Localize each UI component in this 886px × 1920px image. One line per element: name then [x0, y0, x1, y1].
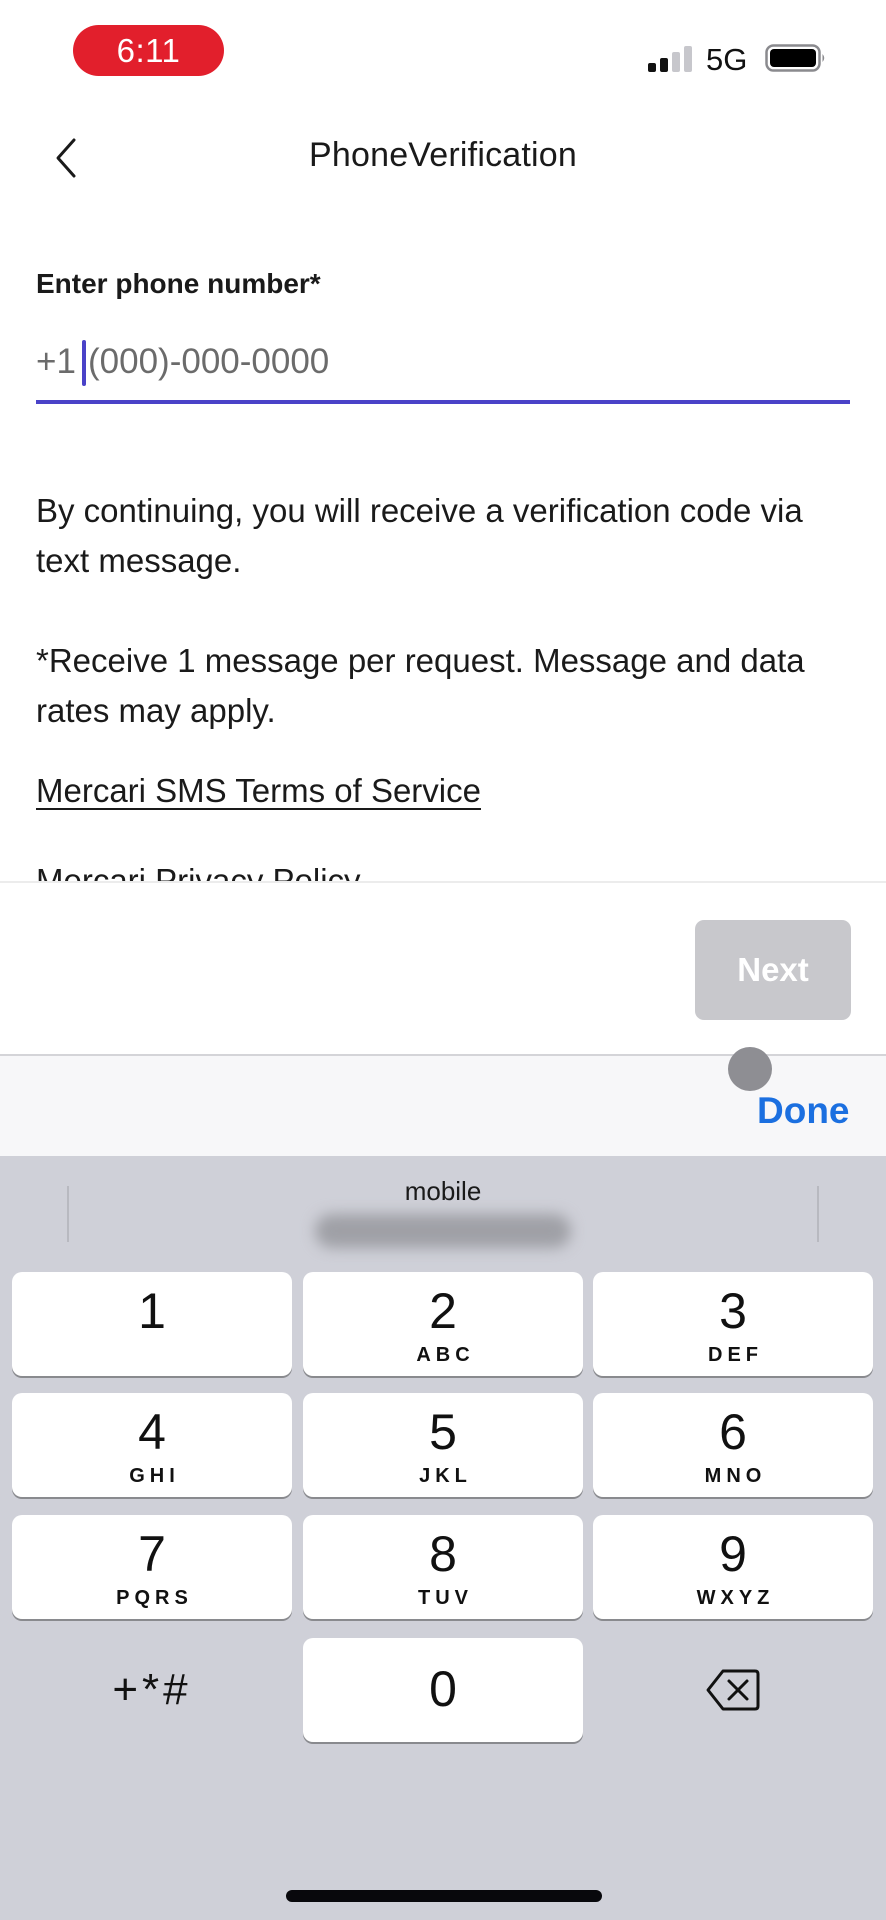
signal-bar-1: [648, 63, 656, 72]
key-letters: MNO: [704, 1465, 767, 1487]
key-7[interactable]: 7 PQRS: [12, 1515, 292, 1619]
key-digit: 9: [719, 1526, 747, 1582]
phone-placeholder: (000)-000-0000: [88, 342, 330, 381]
home-indicator[interactable]: [286, 1890, 602, 1902]
touch-indicator: [728, 1047, 772, 1091]
key-6[interactable]: 6 MNO: [593, 1393, 873, 1497]
key-digit: 7: [138, 1526, 166, 1582]
network-type: 5G: [706, 42, 748, 77]
done-button[interactable]: Done: [757, 1090, 850, 1132]
cellular-signal-icon: [648, 46, 692, 72]
time-pill: 6:11: [73, 25, 224, 76]
footer-bar: Next: [0, 881, 886, 1056]
key-2[interactable]: 2 ABC: [303, 1272, 583, 1376]
battery-fill: [770, 49, 816, 67]
country-code-prefix: +1: [36, 342, 76, 381]
privacy-policy-link[interactable]: Mercari Privacy Policy: [36, 862, 361, 882]
page-title: PhoneVerification: [308, 136, 578, 174]
key-letters: JKL: [419, 1465, 472, 1487]
signal-bar-4: [684, 46, 692, 72]
status-time: 6:11: [116, 31, 181, 69]
key-letters: TUV: [418, 1587, 473, 1609]
key-3[interactable]: 3 DEF: [593, 1272, 873, 1376]
phone-number-input[interactable]: +1 (000)-000-0000: [36, 334, 850, 404]
key-8[interactable]: 8 TUV: [303, 1515, 583, 1619]
key-5[interactable]: 5 JKL: [303, 1393, 583, 1497]
key-9[interactable]: 9 WXYZ: [593, 1515, 873, 1619]
key-0[interactable]: 0: [303, 1638, 583, 1742]
key-digit: 3: [719, 1283, 747, 1339]
phone-number-label: Enter phone number*: [36, 268, 321, 299]
text-caret: [82, 340, 86, 386]
key-letters: GHI: [129, 1465, 180, 1487]
key-4[interactable]: 4 GHI: [12, 1393, 292, 1497]
key-digit: 2: [429, 1283, 457, 1339]
key-letters: WXYZ: [696, 1587, 775, 1609]
backspace-icon: [706, 1669, 760, 1711]
numeric-keyboard: mobile 1 2 ABC 3 DEF 4 GHI 5 JKL 6 MNO 7…: [0, 1156, 886, 1920]
autofill-suggestion-label[interactable]: mobile: [0, 1176, 886, 1207]
delete-key[interactable]: [593, 1638, 873, 1742]
autofill-suggestion-redacted[interactable]: [315, 1214, 571, 1248]
key-letters: PQRS: [116, 1587, 193, 1609]
keyboard-toolbar: Done: [0, 1047, 886, 1158]
key-digit: 8: [429, 1526, 457, 1582]
key-digit: 1: [138, 1283, 166, 1339]
key-digit: 4: [138, 1404, 166, 1460]
signal-bar-3: [672, 52, 680, 72]
symbols-key[interactable]: +*#: [12, 1638, 292, 1742]
verification-info-text: By continuing, you will receive a verifi…: [36, 492, 803, 579]
key-letters: ABC: [416, 1344, 475, 1366]
privacy-link-clip: Mercari Privacy Policy: [0, 840, 886, 882]
next-button[interactable]: Next: [695, 920, 851, 1020]
battery-icon: [765, 44, 825, 72]
message-rates-text: *Receive 1 message per request. Message …: [36, 642, 805, 729]
key-digit: 6: [719, 1404, 747, 1460]
key-digit: 5: [429, 1404, 457, 1460]
key-digit: 0: [429, 1661, 457, 1717]
key-letters: DEF: [708, 1344, 763, 1366]
signal-bar-2: [660, 58, 668, 72]
sms-terms-link[interactable]: Mercari SMS Terms of Service: [36, 772, 481, 810]
key-1[interactable]: 1: [12, 1272, 292, 1376]
